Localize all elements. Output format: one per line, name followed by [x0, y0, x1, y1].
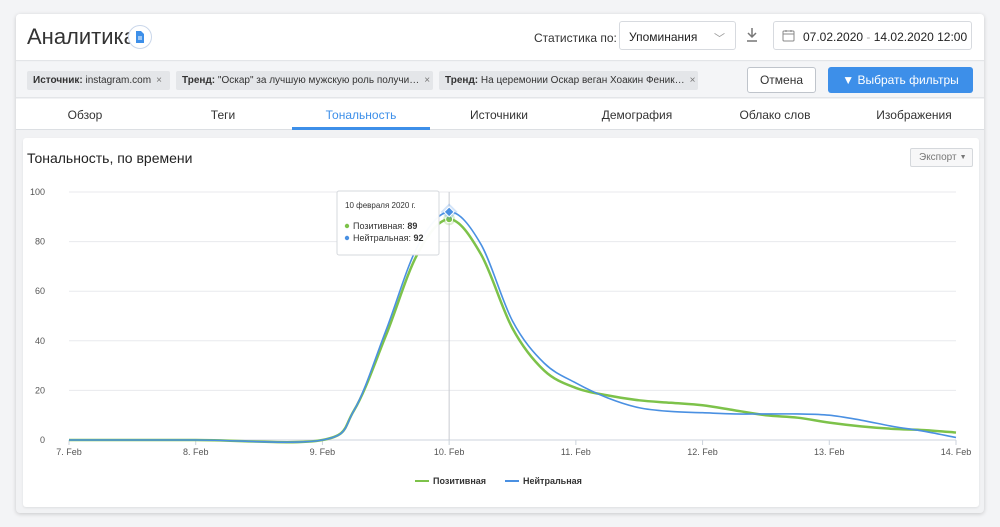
y-tick-label: 100 — [30, 187, 45, 197]
tab-sources[interactable]: Источники — [430, 108, 568, 122]
page-title: Аналитика — [27, 24, 136, 49]
filter-chip-key: Источник: — [33, 75, 83, 86]
filter-chip-key: Тренд: — [445, 75, 479, 86]
chart-tooltip: 10 февраля 2020 г. Позитивная: 89 Нейтраль… — [336, 190, 440, 256]
tooltip-bullet — [344, 235, 350, 241]
select-filters-label: Выбрать фильтры — [857, 73, 959, 87]
analytics-window: Аналитика Статистика по: Упоминания ﹀ 07… — [16, 14, 984, 513]
y-tick-label: 80 — [35, 237, 45, 247]
close-icon[interactable]: × — [690, 75, 696, 86]
y-tick-label: 0 — [40, 435, 45, 445]
stat-by-select[interactable]: Упоминания ﹀ — [619, 21, 736, 50]
tooltip-item: Позитивная: 89 — [353, 221, 417, 231]
download-icon[interactable] — [743, 25, 761, 45]
y-tick-label: 60 — [35, 286, 45, 296]
stat-by-label: Статистика по: — [534, 31, 617, 45]
tooltip-item: Нейтральная: 92 — [353, 233, 423, 243]
tab-images[interactable]: Изображения — [844, 108, 984, 122]
date-to: 14.02.2020 12:00 — [873, 30, 968, 44]
stat-by-value: Упоминания — [629, 30, 698, 44]
x-tick-label: 10. Feb — [434, 447, 465, 457]
tab-bar: Обзор Теги Тональность Источники Демогра… — [16, 99, 984, 130]
sentiment-chart-card: Тональность, по времени Экспорт ▼ 0 20 40 60… — [23, 138, 979, 507]
page-header: Аналитика Статистика по: Упоминания ﹀ 07… — [16, 14, 984, 61]
tooltip-bullet — [344, 223, 350, 229]
legend-label: Позитивная — [433, 476, 486, 486]
x-tick-label: 13. Feb — [814, 447, 845, 457]
select-filters-button[interactable]: ▼ Выбрать фильтры — [828, 67, 973, 93]
filter-chip-value: instagram.com — [85, 75, 152, 86]
x-tick-label: 7. Feb — [56, 447, 82, 457]
tab-overview[interactable]: Обзор — [16, 108, 154, 122]
filter-icon: ▼ — [842, 73, 855, 87]
tab-word-cloud[interactable]: Облако слов — [706, 108, 844, 122]
filter-chip-key: Тренд: — [182, 75, 216, 86]
chevron-down-icon: ﹀ — [714, 33, 725, 45]
tab-tags[interactable]: Теги — [154, 108, 292, 122]
active-tab-indicator — [292, 127, 430, 130]
calendar-icon — [782, 29, 795, 47]
x-tick-label: 14. Feb — [941, 447, 972, 457]
filter-chip-trend-2[interactable]: Тренд: На церемонии Оскар веган Хоакин Ф… — [439, 71, 698, 90]
tab-demography[interactable]: Демография — [568, 108, 706, 122]
filter-bar: Источник: instagram.com × Тренд: "Оскар" … — [16, 62, 984, 98]
filter-chip-value: На церемонии Оскар веган Хоакин Феник… — [480, 75, 685, 86]
series-line-positive — [69, 218, 957, 444]
filter-chip-value: "Оскар" за лучшую мужскую роль получи… — [217, 75, 420, 86]
legend-label: Нейтральная — [523, 476, 582, 486]
date-range-picker[interactable]: 07.02.2020 - 14.02.2020 12:00 — [773, 21, 972, 50]
close-icon[interactable]: × — [156, 75, 162, 86]
tooltip-date: 10 февраля 2020 г. — [345, 201, 416, 210]
x-tick-label: 11. Feb — [561, 447, 591, 457]
report-icon[interactable] — [128, 25, 152, 49]
x-tick-label: 9. Feb — [310, 447, 336, 457]
x-tick-label: 12. Feb — [687, 447, 718, 457]
sentiment-line-chart: 0 20 40 60 80 100 7. Feb 8. Feb 9. Feb 10. Feb 11… — [30, 187, 972, 486]
filter-chip-trend-1[interactable]: Тренд: "Оскар" за лучшую мужскую роль по… — [176, 71, 433, 90]
date-from: 07.02.2020 — [803, 30, 864, 44]
y-tick-label: 40 — [35, 336, 45, 346]
x-tick-label: 8. Feb — [183, 447, 209, 457]
y-tick-label: 20 — [35, 385, 45, 395]
filter-chip-source[interactable]: Источник: instagram.com × — [27, 71, 170, 90]
cancel-button[interactable]: Отмена — [747, 67, 816, 93]
tab-sentiment[interactable]: Тональность — [292, 108, 430, 122]
close-icon[interactable]: × — [424, 75, 430, 86]
